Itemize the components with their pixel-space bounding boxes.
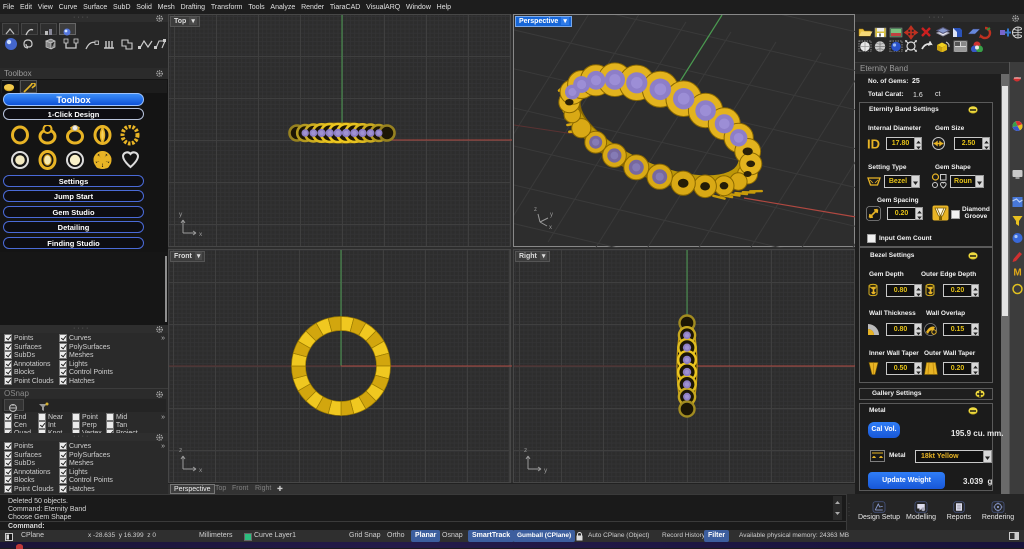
svg-text:M: M bbox=[1013, 268, 1021, 279]
svg-text:z: z bbox=[534, 207, 537, 213]
svg-text:y: y bbox=[179, 211, 183, 218]
svg-text:ID: ID bbox=[867, 137, 880, 152]
svg-text:z: z bbox=[179, 447, 182, 454]
svg-text:y: y bbox=[550, 212, 553, 218]
svg-text:z: z bbox=[524, 447, 527, 454]
svg-text:x: x bbox=[199, 467, 203, 474]
svg-text:x: x bbox=[549, 225, 552, 231]
svg-text:x: x bbox=[199, 231, 203, 238]
svg-text:y: y bbox=[544, 467, 548, 474]
